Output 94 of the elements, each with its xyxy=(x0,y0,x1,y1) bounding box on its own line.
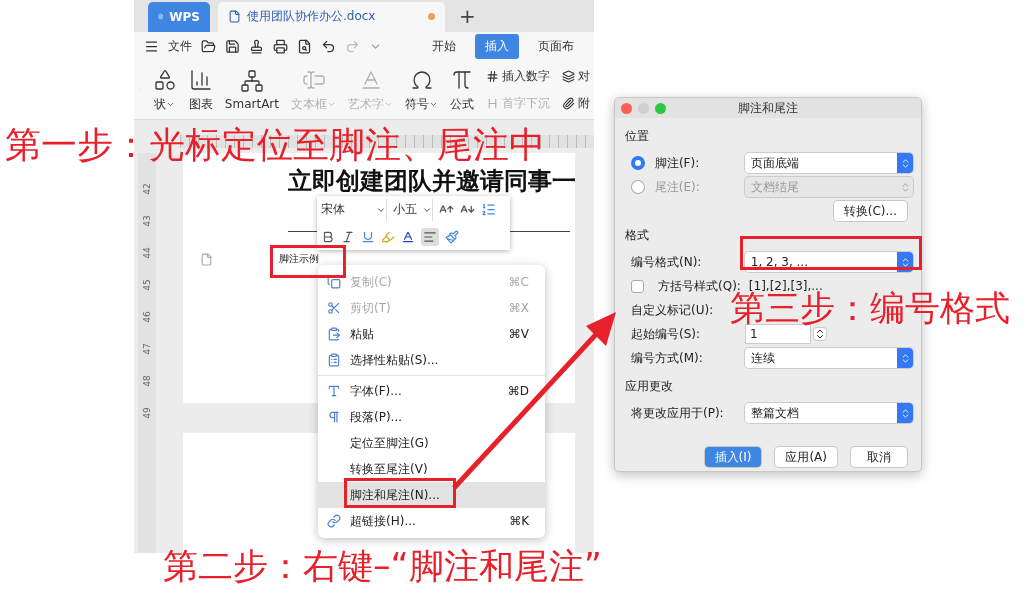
step-caption: 第二步：右键–“脚注和尾注” xyxy=(163,549,602,584)
clipboard-icon xyxy=(327,353,341,367)
field-label: 起始编号(S): xyxy=(630,325,702,343)
ribbon-tool[interactable]: SmartArt xyxy=(224,69,279,112)
brush-icon[interactable] xyxy=(445,229,459,244)
highlighter-icon[interactable] xyxy=(381,229,395,244)
field-label: 自定义标记(U): xyxy=(630,301,715,319)
tab[interactable]: WPS xyxy=(148,1,210,32)
footnote-text: 脚注示例 xyxy=(279,252,319,266)
menu-item[interactable]: 字体(F)... ⌘D xyxy=(318,378,545,404)
ruler-number: 46 xyxy=(141,310,153,325)
menu-item[interactable]: 定位至脚注(G) xyxy=(318,430,545,456)
underline-icon[interactable] xyxy=(361,229,375,244)
field-label: 编号方式(M): xyxy=(630,349,704,367)
menu-item[interactable]: 段落(P)... xyxy=(318,404,545,430)
font-select[interactable]: 宋体 xyxy=(321,198,387,221)
ribbon-tool[interactable]: 插入数字 xyxy=(486,68,550,86)
section-heading: 位置 xyxy=(625,128,650,145)
tab[interactable]: 使用团队协作办公.docx xyxy=(218,1,445,32)
document-icon[interactable] xyxy=(200,252,213,266)
section-heading: 应用更改 xyxy=(625,378,674,395)
save-icon[interactable] xyxy=(225,39,240,55)
radio-button[interactable] xyxy=(631,156,645,170)
menu-icon[interactable] xyxy=(144,39,159,55)
menu-item[interactable]: 超链接(H)... ⌘K xyxy=(318,508,545,534)
ruler-number: 44 xyxy=(141,246,153,261)
copy-icon xyxy=(327,275,341,289)
step-caption: 第三步：编号格式 xyxy=(730,291,1010,326)
printer-icon[interactable] xyxy=(273,39,288,55)
ribbon-tool[interactable]: 对 xyxy=(562,68,590,86)
ruler-number: 49 xyxy=(141,406,153,421)
scissors-icon xyxy=(327,301,341,315)
close-button[interactable] xyxy=(621,102,632,114)
checkbox[interactable] xyxy=(631,279,644,293)
ribbon-tool[interactable]: 状 xyxy=(152,67,177,113)
size-select[interactable]: 小五 xyxy=(393,198,433,221)
dialog-button[interactable]: 取消 xyxy=(851,447,907,467)
convert-button[interactable]: 转换(C)... xyxy=(833,201,907,221)
link-icon xyxy=(327,514,341,528)
ribbon-tool[interactable]: 图表 xyxy=(188,67,213,113)
layers-icon xyxy=(562,70,575,84)
menu-item[interactable]: 脚注和尾注(N)... xyxy=(318,482,545,508)
option-label: 脚注(F): xyxy=(653,154,701,172)
dropdown[interactable]: 页面底端 xyxy=(744,153,913,173)
dialog-button[interactable]: 应用(A) xyxy=(775,447,837,467)
pilcrow-icon xyxy=(327,410,341,424)
dropdown[interactable]: 连续 xyxy=(744,348,913,368)
document-icon xyxy=(228,10,241,24)
ruler-number: 45 xyxy=(141,278,153,293)
ribbon-tool[interactable]: 附 xyxy=(562,95,590,113)
field-label: 将更改应用于(P): xyxy=(630,404,725,422)
ribbon-tab[interactable]: 插入 xyxy=(475,34,519,60)
dropdown[interactable]: 整篇文档 xyxy=(744,403,913,423)
preview-icon[interactable] xyxy=(297,39,312,55)
ribbon-tab[interactable]: 页面布 xyxy=(528,34,584,60)
section-heading: 格式 xyxy=(625,227,650,244)
diagram-icon xyxy=(239,69,264,94)
field-label: 编号格式(N): xyxy=(630,253,703,271)
ribbon-tab[interactable]: 开始 xyxy=(422,34,466,60)
ruler-number: 42 xyxy=(141,182,153,197)
input-field[interactable]: 1 xyxy=(746,325,810,343)
option-label: 尾注(E): xyxy=(653,178,701,196)
font-color-icon[interactable] xyxy=(401,229,415,244)
menu-item[interactable]: 转换至尾注(V) xyxy=(318,456,545,482)
step-caption: 第一步：光标定位至脚注、尾注中 xyxy=(5,127,545,163)
align-button[interactable] xyxy=(421,227,439,246)
folder-icon[interactable] xyxy=(201,39,216,55)
drop-cap-icon xyxy=(486,97,499,111)
checkbox-label: 方括号样式(Q): xyxy=(658,277,741,293)
new-tab-button[interactable]: + xyxy=(453,3,482,32)
document-heading: 立即创建团队并邀请同事一 xyxy=(288,166,575,197)
stepper-icon[interactable] xyxy=(814,328,826,340)
ribbon-tool[interactable]: 公式 xyxy=(450,67,474,113)
file-menu[interactable]: 文件 xyxy=(168,38,192,56)
ribbon-tool[interactable]: 符号 xyxy=(405,67,438,113)
menu-item[interactable]: 粘贴 ⌘V xyxy=(318,321,545,347)
dialog-title: 脚注和尾注 xyxy=(737,99,799,117)
ruler-number: 47 xyxy=(141,342,153,357)
dropdown[interactable]: 1, 2, 3, ... xyxy=(744,252,913,272)
undo-icon[interactable] xyxy=(321,39,336,55)
ruler-number: 48 xyxy=(141,374,153,389)
type-icon xyxy=(327,384,341,398)
paperclip-icon xyxy=(562,97,575,111)
line-spacing-icon[interactable] xyxy=(481,202,496,217)
ruler-number: 43 xyxy=(141,214,153,229)
menu-item[interactable]: 选择性粘贴(S)... xyxy=(318,347,545,373)
bold-icon[interactable] xyxy=(321,229,335,244)
format-painter-icon[interactable] xyxy=(249,39,264,55)
number-icon xyxy=(486,70,499,84)
clipboard-icon xyxy=(327,327,341,341)
dialog-button[interactable]: 插入(I) xyxy=(704,447,762,467)
shapes-icon xyxy=(152,67,177,92)
radio-button[interactable] xyxy=(631,180,645,194)
italic-icon[interactable] xyxy=(341,229,355,244)
